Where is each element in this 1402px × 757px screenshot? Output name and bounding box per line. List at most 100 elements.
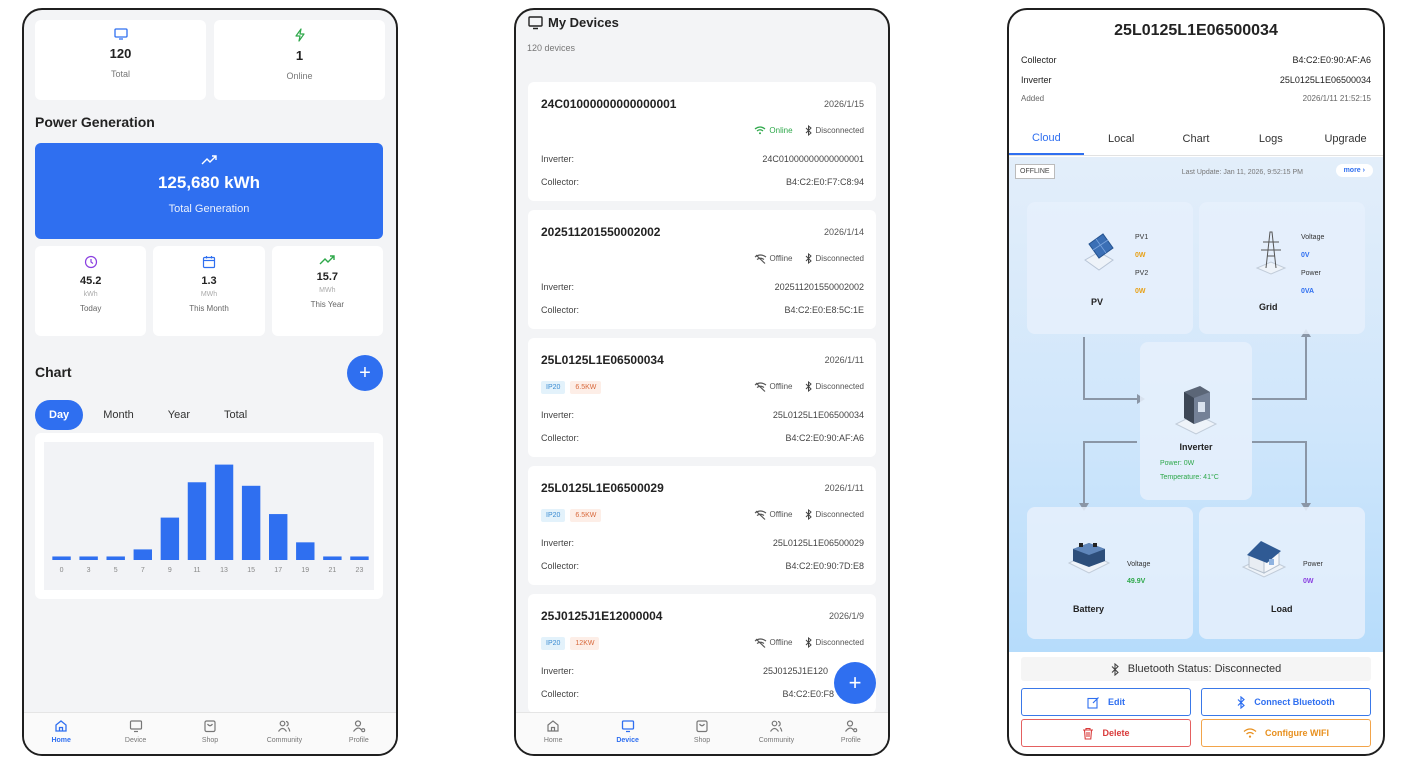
chart-tab-total[interactable]: Total (210, 400, 261, 430)
device-count: 120 devices (527, 43, 576, 53)
load-power-value: 0W (1303, 578, 1314, 585)
collector-value: B4:C2:E0:90:AF:A6 (785, 433, 864, 443)
device-card[interactable]: 25L0125L1E06500029 2026/1/11 IP20 6.5KW … (528, 466, 876, 585)
device-date: 2026/1/11 (824, 483, 864, 493)
offline-status: Offline (769, 254, 793, 263)
inverter-value: 202511201550002002 (774, 282, 864, 292)
connect-bluetooth-label: Connect Bluetooth (1254, 697, 1335, 707)
inverter-label: Inverter: (541, 538, 575, 548)
chart-tick-label: 11 (193, 567, 200, 574)
this-month-label: This Month (189, 304, 229, 313)
load-node[interactable]: Load Power 0W (1199, 507, 1365, 639)
add-button[interactable]: + (347, 355, 383, 391)
ip-rating-tag: IP20 (541, 637, 566, 650)
device-card[interactable]: 25L0125L1E06500034 2026/1/11 IP20 6.5KW … (528, 338, 876, 457)
profile-icon (352, 720, 366, 733)
tab-chart[interactable]: Chart (1159, 122, 1234, 155)
energy-flow-panel: OFFLINE Last Update: Jan 11, 2026, 9:52:… (1009, 157, 1383, 652)
chart-tick-label: 19 (301, 567, 309, 574)
inverter-node[interactable]: Inverter Power: 0W Temperature: 41°C (1140, 342, 1252, 500)
monitor-icon (528, 16, 543, 30)
load-label: Load (1271, 604, 1293, 614)
chart-bar (214, 464, 234, 560)
delete-label: Delete (1102, 728, 1130, 738)
device-title: 25L0125L1E06500034 (1114, 22, 1278, 39)
chart-tab-month[interactable]: Month (89, 400, 148, 430)
wifi-off-icon (754, 253, 766, 264)
chart-bar (106, 556, 125, 560)
device-card[interactable]: 25J0125J1E12000004 2026/1/9 IP20 12KW Of… (528, 594, 876, 713)
bluetooth-icon (805, 125, 812, 136)
device-date: 2026/1/9 (828, 611, 864, 621)
tab-upgrade[interactable]: Upgrade (1308, 122, 1383, 155)
chart-tick-label: 21 (328, 567, 336, 574)
tab-local[interactable]: Local (1084, 122, 1159, 155)
collector-label: Collector: (541, 689, 580, 699)
bluetooth-status-text: Bluetooth Status: Disconnected (1127, 663, 1282, 675)
battery-icon (1067, 543, 1111, 574)
device-card[interactable]: 202511201550002002 2026/1/14 Offline Dis… (528, 210, 876, 329)
nav-device[interactable]: Device (590, 713, 664, 754)
tab-cloud[interactable]: Cloud (1009, 122, 1084, 155)
trend-up-icon (319, 255, 336, 265)
chart-bar (323, 556, 342, 560)
this-year-card: 15.7 MWh This Year (271, 246, 383, 336)
delete-button[interactable]: Delete (1021, 719, 1191, 747)
total-generation-label: Total Generation (168, 203, 250, 215)
nav-community[interactable]: Community (739, 713, 813, 754)
nav-community[interactable]: Community (247, 713, 321, 754)
chart-tab-year[interactable]: Year (154, 400, 204, 430)
nav-home[interactable]: Home (24, 713, 98, 754)
nav-profile[interactable]: Profile (814, 713, 888, 754)
detail-tabs: Cloud Local Chart Logs Upgrade (1009, 122, 1383, 156)
wifi-icon (754, 126, 766, 135)
bluetooth-icon (805, 509, 812, 520)
calendar-icon (202, 256, 216, 269)
nav-home-label: Home (51, 737, 71, 744)
inverter-value: 24C01000000000000001 (762, 154, 864, 164)
online-devices-card[interactable]: 1 Online (214, 20, 385, 100)
grid-node[interactable]: Grid Voltage 0V Power 0VA (1199, 202, 1365, 334)
collector-value: B4:C2:E0:E8:5C:1E (784, 305, 864, 315)
clock-icon (84, 255, 97, 269)
house-icon (1241, 541, 1287, 578)
nav-shop-label: Shop (201, 737, 219, 744)
inverter-label: Inverter: (541, 154, 575, 164)
inverter-label: Inverter: (541, 666, 575, 676)
nav-device[interactable]: Device (98, 713, 172, 754)
chart-tick-label: 15 (247, 567, 255, 574)
inverter-value: 25L0125L1E06500034 (772, 410, 864, 420)
monitor-icon (621, 720, 634, 733)
add-device-button[interactable]: + (834, 662, 876, 704)
nav-home[interactable]: Home (516, 713, 590, 754)
connect-bluetooth-button[interactable]: Connect Bluetooth (1201, 688, 1371, 716)
ip-rating-tag: IP20 (541, 381, 566, 394)
nav-profile[interactable]: Profile (322, 713, 396, 754)
nav-shop[interactable]: Shop (173, 713, 247, 754)
home-icon (55, 720, 67, 732)
nav-shop-label: Shop (693, 737, 711, 744)
trend-up-icon (201, 155, 217, 165)
tab-logs[interactable]: Logs (1233, 122, 1308, 155)
nav-shop[interactable]: Shop (665, 713, 739, 754)
this-year-unit: MWh (319, 287, 336, 294)
configure-wifi-button[interactable]: Configure WIFI (1201, 719, 1371, 747)
power-rating-tag: 6.5KW (570, 381, 602, 394)
online-devices-label: Online (286, 71, 313, 81)
device-card[interactable]: 24C01000000000000001 2026/1/15 Online Di… (528, 82, 876, 201)
chart-tab-day[interactable]: Day (35, 400, 84, 430)
total-devices-card[interactable]: 120 Total (35, 20, 206, 100)
pv-node[interactable]: PV PV1 0W PV2 0W (1027, 202, 1193, 334)
battery-node[interactable]: Battery Voltage 49.9V (1027, 507, 1193, 639)
generation-bar-chart: 0 3 5 7 9 11 13 15 17 19 21 23 (52, 464, 369, 574)
chart-bar (187, 482, 207, 560)
community-icon (278, 720, 291, 732)
wifi-off-icon (754, 637, 766, 648)
chart-tick-label: 7 (141, 567, 145, 574)
edit-button[interactable]: Edit (1021, 688, 1191, 716)
collector-value: B4:C2:E0:90:7D:E8 (785, 561, 864, 571)
this-year-value: 15.7 (316, 271, 339, 283)
load-power-label: Power (1303, 561, 1323, 568)
bluetooth-status-bar: Bluetooth Status: Disconnected (1021, 657, 1371, 681)
bluetooth-status: Disconnected (815, 382, 864, 391)
